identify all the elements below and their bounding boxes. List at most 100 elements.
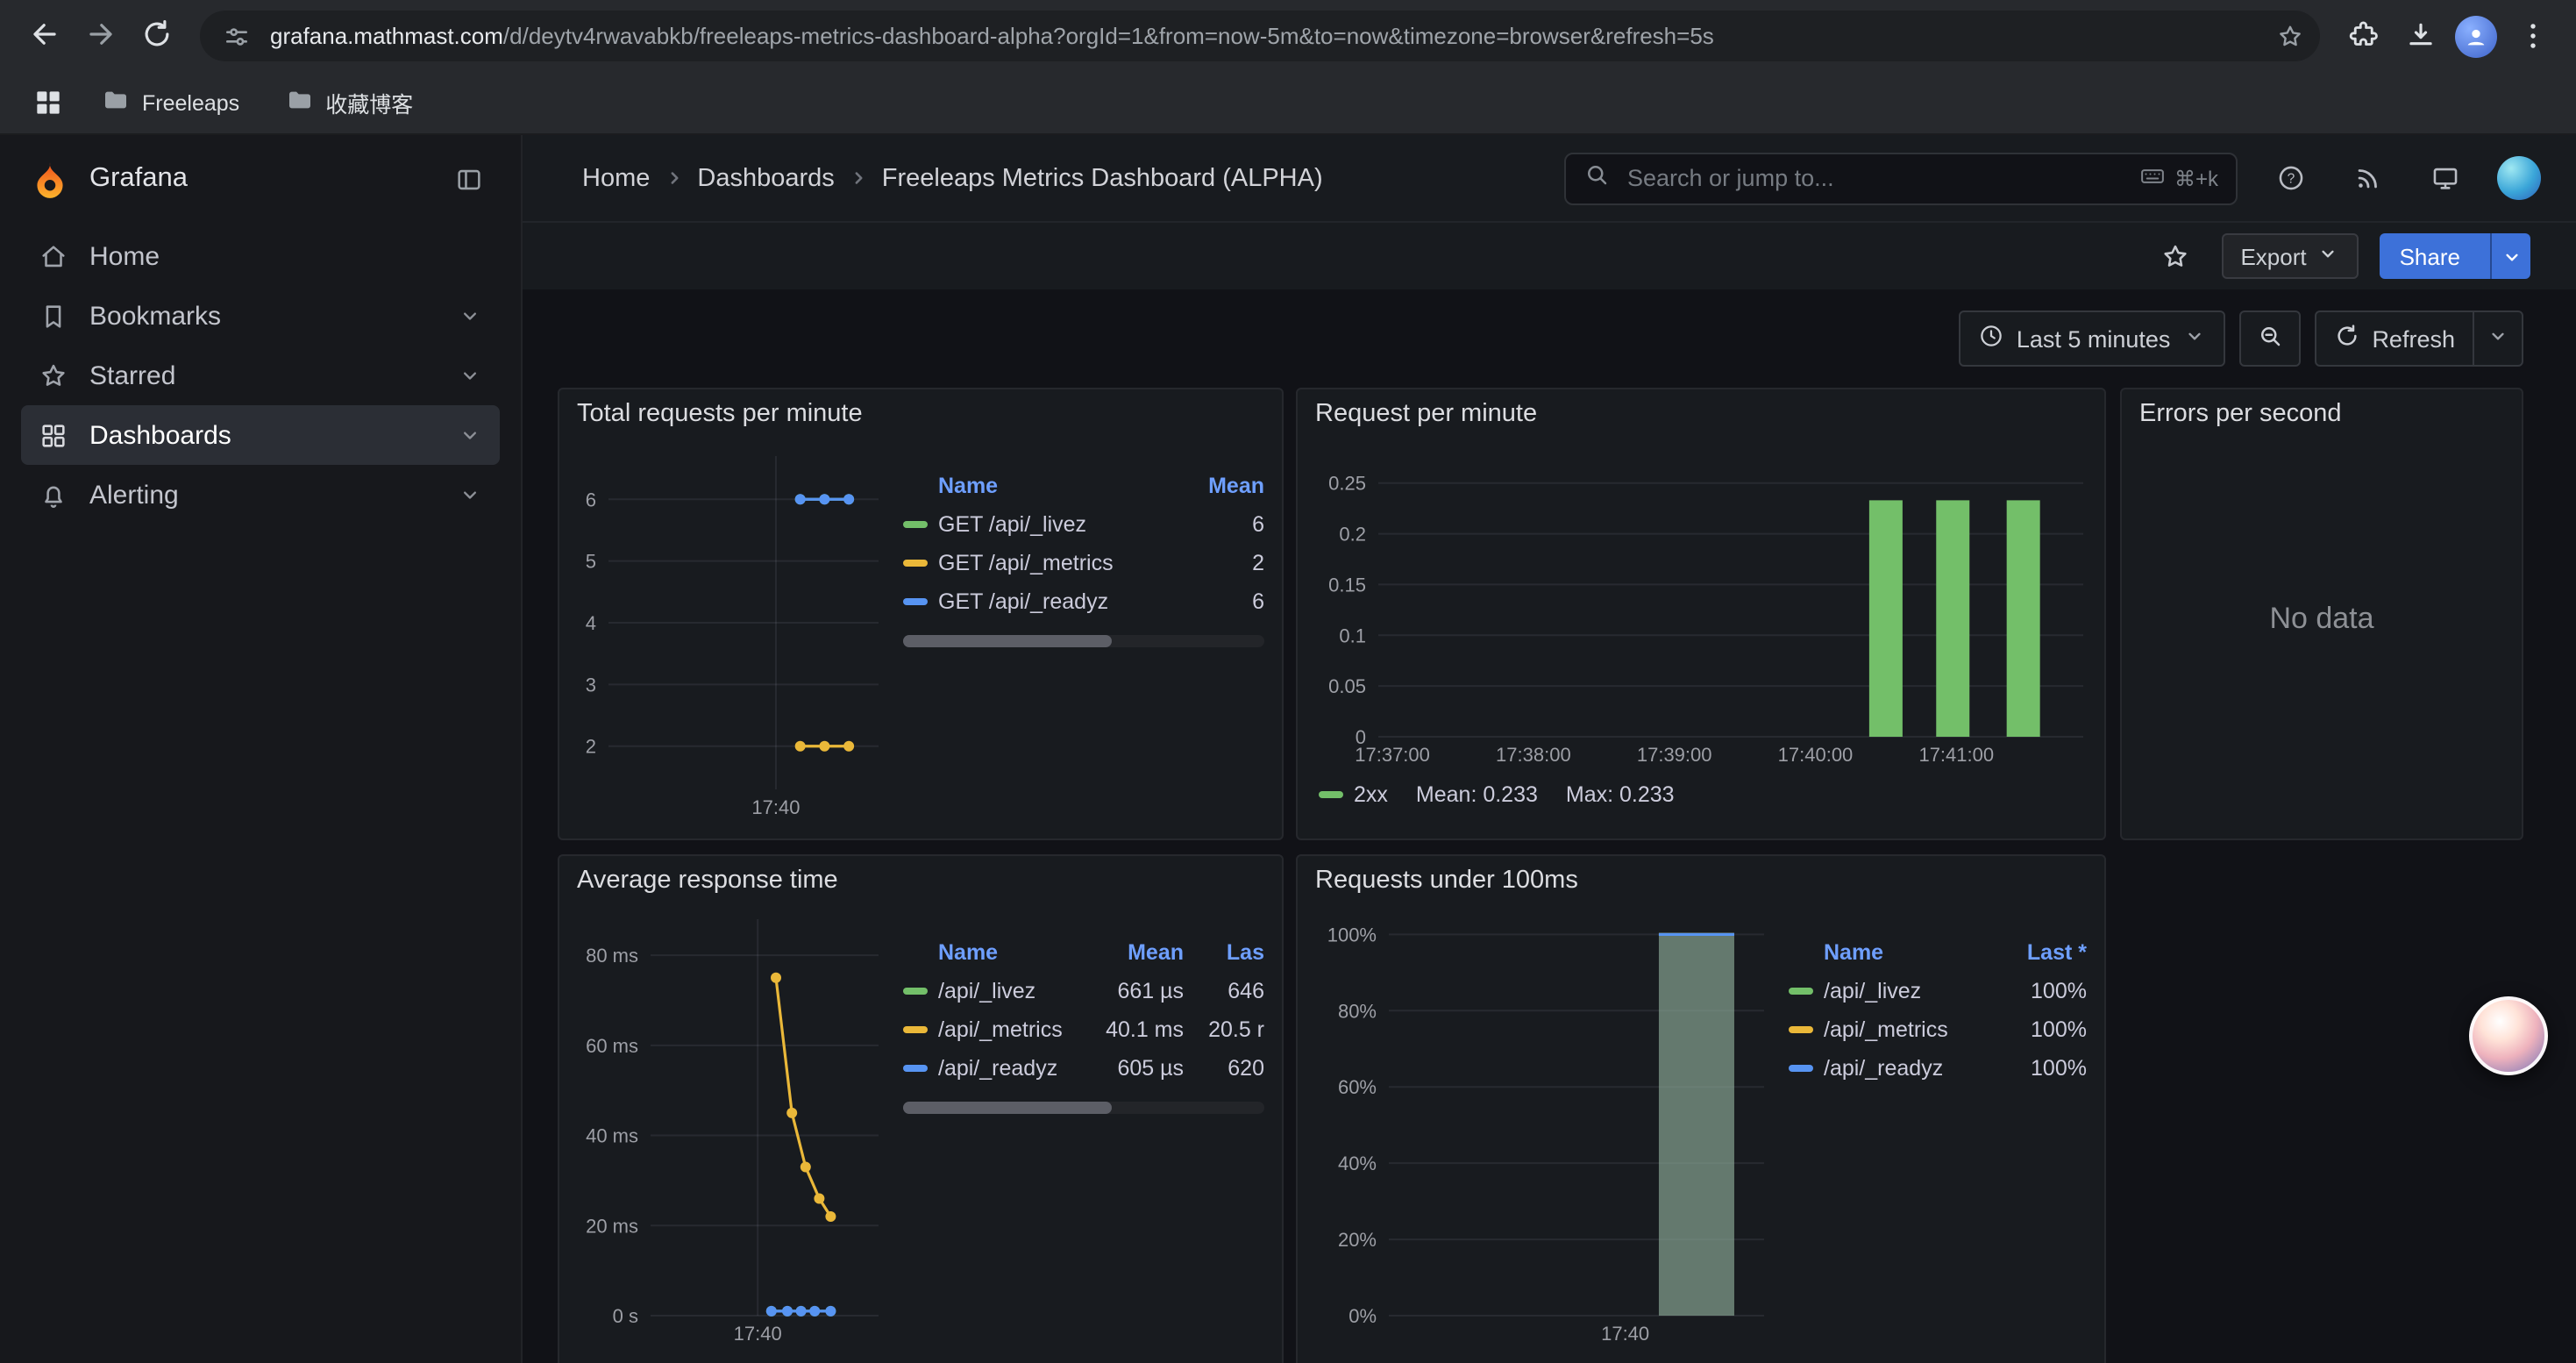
- legend-last-header[interactable]: Last *: [2006, 940, 2087, 965]
- series-name[interactable]: GET /api/_readyz: [938, 589, 1184, 614]
- series-name[interactable]: 2xx: [1354, 782, 1388, 807]
- bookmark-label: Freeleaps: [142, 90, 239, 115]
- series-name[interactable]: /api/_metrics: [1824, 1017, 2006, 1042]
- monitor-icon[interactable]: [2420, 153, 2469, 203]
- refresh-interval-caret[interactable]: [2474, 310, 2523, 367]
- panel-title[interactable]: Errors per second: [2122, 389, 2522, 439]
- chevron-down-icon[interactable]: [458, 303, 482, 328]
- panel-title[interactable]: Request per minute: [1298, 389, 2104, 439]
- favorite-star-icon[interactable]: [2151, 232, 2200, 281]
- series-name[interactable]: GET /api/_livez: [938, 512, 1184, 537]
- legend-row[interactable]: GET /api/_readyz 6: [903, 582, 1264, 621]
- series-name[interactable]: /api/_readyz: [938, 1056, 1075, 1081]
- chevron-down-icon: [2317, 242, 2340, 270]
- sidebar-item-dashboards[interactable]: Dashboards: [21, 405, 500, 465]
- bookmark-star-icon[interactable]: [2267, 13, 2313, 59]
- search-bar[interactable]: ⌘+k: [1564, 152, 2238, 204]
- svg-text:0%: 0%: [1348, 1305, 1377, 1327]
- site-info-icon[interactable]: [214, 13, 260, 59]
- legend-row[interactable]: /api/_readyz 100%: [1789, 1049, 2087, 1088]
- series-name[interactable]: /api/_livez: [1824, 979, 2006, 1003]
- chevron-down-icon: [2182, 325, 2205, 353]
- export-button[interactable]: Export: [2221, 233, 2359, 279]
- address-bar[interactable]: grafana.mathmast.com/d/deytv4rwavabkb/fr…: [200, 11, 2320, 61]
- extensions-icon[interactable]: [2338, 10, 2390, 62]
- svg-text:5: 5: [586, 551, 596, 573]
- sidebar-item-bookmarks[interactable]: Bookmarks: [21, 286, 500, 346]
- series-name[interactable]: /api/_livez: [938, 979, 1075, 1003]
- news-rss-icon[interactable]: [2343, 153, 2392, 203]
- back-button[interactable]: [18, 10, 70, 62]
- downloads-icon[interactable]: [2394, 10, 2446, 62]
- legend-name-header[interactable]: Name: [938, 474, 1184, 498]
- chevron-down-icon[interactable]: [458, 423, 482, 447]
- legend-row[interactable]: GET /api/_livez 6: [903, 505, 1264, 544]
- bookmark-freeleaps-folder[interactable]: Freeleaps: [88, 81, 253, 125]
- series-name[interactable]: /api/_readyz: [1824, 1056, 2006, 1081]
- timeseries-chart[interactable]: 6543217:40: [570, 439, 893, 821]
- reload-button[interactable]: [130, 10, 182, 62]
- sidebar-item-alerting[interactable]: Alerting: [21, 465, 500, 525]
- svg-text:60 ms: 60 ms: [586, 1035, 638, 1057]
- menu-kebab-icon[interactable]: [2506, 10, 2558, 62]
- chevron-down-icon[interactable]: [458, 482, 482, 507]
- dock-menu-icon[interactable]: [444, 154, 493, 203]
- bookmark-blog-folder[interactable]: 收藏博客: [271, 81, 427, 125]
- series-name[interactable]: /api/_metrics: [938, 1017, 1075, 1042]
- panel-title[interactable]: Average response time: [559, 856, 1282, 905]
- bar-chart[interactable]: 100%80%60%40%20%0%17:40: [1308, 905, 1778, 1347]
- forward-button[interactable]: [74, 10, 126, 62]
- search-input[interactable]: [1624, 163, 2125, 193]
- series-mean: 2: [1184, 551, 1264, 575]
- sidebar-item-starred[interactable]: Starred: [21, 346, 500, 405]
- legend-row[interactable]: /api/_readyz 605 µs 620: [903, 1049, 1264, 1088]
- legend-row[interactable]: /api/_metrics 100%: [1789, 1010, 2087, 1049]
- share-dropdown-caret[interactable]: [2490, 233, 2530, 279]
- scrollbar-thumb[interactable]: [903, 635, 1113, 647]
- chevron-down-icon[interactable]: [458, 363, 482, 388]
- series-mean: 40.1 ms: [1075, 1017, 1184, 1042]
- scrollbar-thumb[interactable]: [903, 1102, 1113, 1114]
- floating-avatar-widget[interactable]: [2469, 996, 2548, 1075]
- legend-name-header[interactable]: Name: [1824, 940, 2006, 965]
- series-name[interactable]: GET /api/_metrics: [938, 551, 1184, 575]
- grafana-logo[interactable]: [28, 157, 72, 201]
- zoom-out-button[interactable]: [2238, 310, 2300, 367]
- help-icon[interactable]: ?: [2266, 153, 2315, 203]
- svg-text:17:38:00: 17:38:00: [1496, 744, 1571, 766]
- series-max: Max: 0.233: [1566, 782, 1675, 807]
- bar-chart[interactable]: 0.250.20.150.10.05017:37:0017:38:0017:39…: [1305, 439, 2097, 768]
- series-last: 20.5 r: [1184, 1017, 1264, 1042]
- search-icon: [1583, 161, 1610, 196]
- legend-scrollbar[interactable]: [903, 635, 1264, 647]
- svg-text:?: ?: [2287, 172, 2295, 187]
- legend-scrollbar[interactable]: [903, 1102, 1264, 1114]
- legend-mean-header[interactable]: Mean: [1075, 940, 1184, 965]
- legend-row[interactable]: /api/_livez 100%: [1789, 972, 2087, 1010]
- profile-avatar[interactable]: [2450, 10, 2502, 62]
- breadcrumb-home[interactable]: Home: [582, 164, 650, 192]
- series-color-dash: [903, 1066, 928, 1072]
- apps-grid-icon[interactable]: [25, 80, 70, 125]
- legend-row[interactable]: /api/_metrics 40.1 ms 20.5 r: [903, 1010, 1264, 1049]
- timeseries-chart[interactable]: 80 ms60 ms40 ms20 ms0 s17:40: [570, 905, 893, 1347]
- legend-table: Name Last * /api/_livez 100% /api/_metri…: [1778, 933, 2087, 1347]
- legend-row[interactable]: GET /api/_metrics 2: [903, 544, 1264, 582]
- legend-mean-header[interactable]: Mean: [1184, 474, 1264, 498]
- panel-title[interactable]: Requests under 100ms: [1298, 856, 2104, 905]
- breadcrumb-dashboards[interactable]: Dashboards: [697, 164, 834, 192]
- legend-last-header[interactable]: Las: [1184, 940, 1264, 965]
- sidebar-item-home[interactable]: Home: [21, 226, 500, 286]
- svg-text:17:37:00: 17:37:00: [1355, 744, 1430, 766]
- bookmark-label: 收藏博客: [325, 86, 413, 119]
- legend-row[interactable]: /api/_livez 661 µs 646: [903, 972, 1264, 1010]
- share-label[interactable]: Share: [2380, 233, 2480, 279]
- time-range-picker[interactable]: Last 5 minutes: [1959, 310, 2225, 367]
- legend-name-header[interactable]: Name: [938, 940, 1075, 965]
- refresh-button[interactable]: Refresh: [2314, 310, 2474, 367]
- series-mean: 661 µs: [1075, 979, 1184, 1003]
- home-icon: [39, 241, 68, 271]
- user-avatar[interactable]: [2497, 156, 2541, 200]
- share-button[interactable]: Share: [2380, 233, 2530, 279]
- panel-title[interactable]: Total requests per minute: [559, 389, 1282, 439]
